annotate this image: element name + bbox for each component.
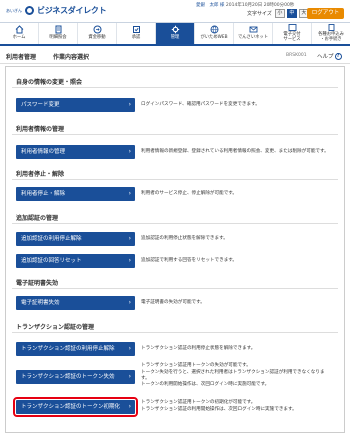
nav-label: がいためWEB [200, 35, 228, 40]
user-info-management-button[interactable]: 利用者情報の管理 › [16, 145, 135, 159]
button-description: トランザクション認証の利用停止状態を解除できます。 [141, 346, 256, 351]
section-divider [12, 332, 338, 333]
help-link[interactable]: ヘルプ ? [317, 52, 342, 60]
logout-button[interactable]: ログアウト [307, 8, 344, 19]
logo-text: ビジネスダイレクト [37, 6, 107, 15]
nav-item-approve[interactable]: 承認 [117, 23, 156, 44]
section-title: 電子証明書失効 [16, 280, 59, 287]
additional-auth-unlock-button[interactable]: 追加認証の利用停止解除 › [16, 232, 135, 246]
section-title: トランザクション認証の管理 [16, 324, 95, 331]
question-icon: ? [334, 52, 342, 60]
button-label: 追加認証の利用停止解除 [21, 236, 82, 242]
chevron-right-icon: › [128, 101, 131, 108]
button-description: 利用者のサービス停止、停止解除が可能です。 [141, 191, 238, 196]
section-divider [12, 87, 338, 88]
chevron-right-icon: › [128, 235, 131, 242]
nav-label: ホーム [12, 35, 26, 40]
button-description: 追加認証で利用する回答をリセットできます。 [141, 258, 238, 263]
button-description-line: トランザクション認証の利用開始操作は、次回ログイン時に実施できます。 [141, 407, 297, 412]
home-icon [15, 25, 24, 34]
chevron-right-icon: › [128, 345, 131, 352]
chevron-right-icon: › [128, 257, 131, 264]
section-divider [12, 179, 338, 180]
button-label: トランザクション認証の利用停止解除 [21, 346, 115, 352]
font-size-medium-button[interactable]: 中 [286, 9, 297, 18]
button-description-line: トランザクション認証用トークンの失効が可能です。 [141, 363, 251, 368]
section-title: 追加認証の管理 [16, 215, 59, 222]
chevron-right-icon: › [128, 403, 131, 410]
button-description: 利用者情報の新規登録、登録されている利用者情報の照会、変更、または削除が可能です… [141, 149, 329, 154]
section-divider [12, 134, 338, 135]
password-change-button[interactable]: パスワード変更 › [16, 98, 135, 112]
globe-icon [210, 25, 219, 34]
section-title: 利用者情報の管理 [16, 126, 65, 133]
button-label: パスワード変更 [21, 102, 60, 108]
page-title: 作業内容選択 [53, 54, 90, 61]
nav-item-statements[interactable]: 明細照会 [39, 23, 78, 44]
additional-auth-reset-button[interactable]: 追加認証の回答リセット › [16, 254, 135, 268]
gear-icon [171, 25, 180, 34]
button-label: 追加認証の回答リセット [21, 258, 82, 264]
nav-label: 資金移動 [88, 35, 106, 40]
nav-item-transfer[interactable]: 資金移動 [78, 23, 117, 44]
chevron-right-icon: › [128, 148, 131, 155]
user-suspend-button[interactable]: 利用者停止・解除 › [16, 187, 135, 201]
section-divider [12, 288, 338, 289]
button-description: ログインパスワード、確認用パスワードを変更できます。 [141, 102, 260, 107]
breadcrumb-category: 利用者管理 [6, 54, 37, 61]
button-description: 電子証明書の失効が可能です。 [141, 300, 205, 305]
button-description: 追加認証の利用停止状態を解除できます。 [141, 236, 228, 241]
transaction-auth-unlock-button[interactable]: トランザクション認証の利用停止解除 › [16, 342, 135, 356]
transfer-icon [93, 25, 102, 34]
help-label: ヘルプ [317, 54, 334, 60]
nav-item-gaitame-web[interactable]: がいためWEB [195, 23, 234, 44]
nav-item-e-delivery[interactable]: 電子交付 サービス [273, 23, 312, 44]
nav-label: 電子交付 サービス [283, 32, 301, 42]
button-label: トランザクション認証のトークン失効 [21, 374, 115, 380]
nav-item-home[interactable]: ホーム [0, 23, 39, 44]
button-label: トランザクション認証のトークン初期化 [21, 404, 121, 410]
section-title: 自身の情報の変更・照会 [16, 79, 83, 86]
nav-label: 承認 [131, 35, 141, 40]
nav-item-management[interactable]: 管理 [156, 23, 195, 44]
section-divider [12, 223, 338, 224]
network-icon [249, 25, 258, 34]
transaction-token-initialize-button[interactable]: トランザクション認証のトークン初期化 › [16, 400, 135, 414]
nav-label: 明細照会 [49, 35, 67, 40]
logo-small-text: あいぎん [6, 7, 22, 13]
user-info: 愛銀 太郎 様 2014年10月20日 20時00分00秒 [196, 2, 294, 8]
nav-label: でんさいネット [237, 35, 269, 40]
font-size-control: 文字サイズ 小 中 大 [247, 9, 309, 18]
chevron-right-icon: › [128, 190, 131, 197]
button-label: 利用者情報の管理 [21, 149, 66, 155]
user-name: 愛銀 太郎 様 [196, 3, 225, 8]
nav-item-applications[interactable]: 各種お申込み ・お手続き [312, 23, 350, 44]
nav-label: 管理 [170, 35, 180, 40]
font-size-label: 文字サイズ [247, 11, 272, 17]
button-label: 電子証明書失効 [21, 300, 60, 306]
logo-mark-icon [25, 6, 34, 15]
content-panel: 自身の情報の変更・照会 パスワード変更 › ログインパスワード、確認用パスワード… [5, 66, 345, 433]
chevron-right-icon: › [128, 373, 131, 380]
screen-code: BRSK001 [286, 53, 307, 58]
transaction-token-revoke-button[interactable]: トランザクション認証のトークン失効 › [16, 370, 135, 384]
global-nav: ホーム 明細照会 資金移動 承認 管理 がいためWEB でんさいネット 電子交付… [0, 22, 350, 46]
button-description-line: トークン失効を行うと、選択された利用者はトランザクション認証が利用できなくなりま [141, 370, 325, 375]
chevron-right-icon: › [128, 299, 131, 306]
font-size-small-button[interactable]: 小 [274, 9, 285, 18]
certificate-revoke-button[interactable]: 電子証明書失効 › [16, 296, 135, 310]
section-title: 利用者停止・解除 [16, 171, 65, 178]
last-login-time: 2014年10月20日 20時00分00秒 [225, 3, 295, 8]
button-label: 利用者停止・解除 [21, 191, 66, 197]
header: あいぎん ビジネスダイレクト 愛銀 太郎 様 2014年10月20日 20時00… [0, 0, 350, 22]
approve-icon [132, 25, 141, 34]
button-description-line: トランザクション認証用トークンの初期化が可能です。 [141, 400, 256, 405]
button-description-line: トークンの利用開始操作は、次回ログイン時に実施可能です。 [141, 382, 270, 387]
nav-label: 各種お申込み ・お手続き [318, 32, 344, 42]
nav-item-densai-net[interactable]: でんさいネット [234, 23, 273, 44]
bank-logo[interactable]: あいぎん ビジネスダイレクト [6, 5, 107, 16]
document-icon [54, 25, 63, 34]
title-bar: 利用者管理 作業内容選択 BRSK001 ヘルプ ? [0, 48, 350, 64]
